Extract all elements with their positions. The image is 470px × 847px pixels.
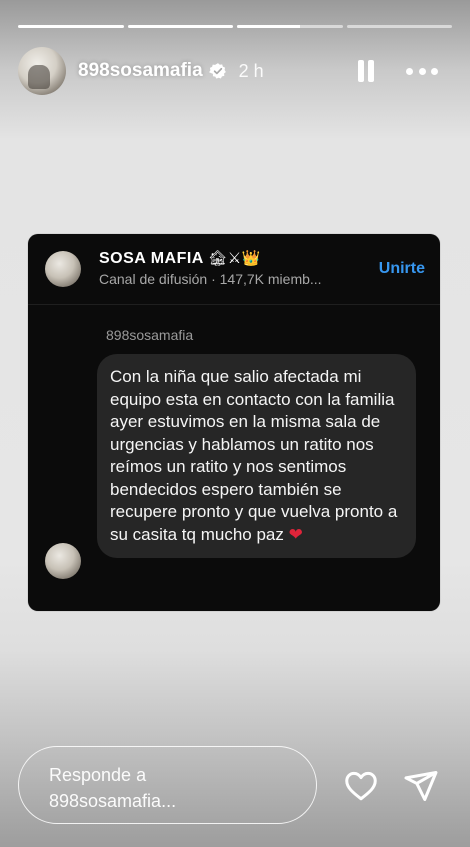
message-bubble: Con la niña que salio afectada mi equipo…	[97, 354, 416, 558]
heart-icon[interactable]	[342, 768, 380, 804]
progress-segment	[18, 25, 124, 28]
verified-badge-icon	[208, 63, 226, 79]
send-icon[interactable]	[403, 768, 439, 804]
more-options-icon[interactable]	[406, 57, 438, 85]
message-text: Con la niña que salio afectada mi equipo…	[110, 367, 398, 544]
progress-fill	[237, 25, 301, 28]
progress-segment	[346, 25, 452, 28]
channel-name: SOSA MAFIA 🏚⚔👑	[99, 249, 261, 268]
progress-segment	[237, 25, 343, 28]
broadcast-channel-card: SOSA MAFIA 🏚⚔👑 Canal de difusión · 147,7…	[28, 234, 440, 611]
pause-icon[interactable]	[352, 57, 380, 85]
story-header: 898sosamafia 2 h	[18, 46, 452, 96]
message-sender: 898sosamafia	[106, 327, 194, 343]
message-avatar	[45, 543, 81, 579]
reply-placeholder-line1: Responde a	[49, 765, 147, 785]
channel-title: SOSA MAFIA	[99, 250, 204, 267]
avatar[interactable]	[18, 47, 66, 95]
channel-header: SOSA MAFIA 🏚⚔👑 Canal de difusión · 147,7…	[28, 234, 440, 305]
reply-input[interactable]: Responde a 898sosamafia...	[18, 746, 317, 824]
story-progress-bar	[18, 25, 452, 28]
channel-avatar	[45, 251, 81, 287]
username[interactable]: 898sosamafia	[78, 60, 203, 82]
progress-segment	[127, 25, 233, 28]
join-button[interactable]: Unirte	[379, 260, 425, 278]
reply-placeholder-line2: 898sosamafia...	[49, 791, 177, 811]
red-heart-emoji: ❤	[288, 524, 303, 545]
channel-emojis: 🏚⚔👑	[208, 249, 261, 267]
progress-fill	[18, 25, 124, 28]
post-time: 2 h	[238, 60, 264, 81]
progress-fill	[127, 25, 233, 28]
channel-subtitle: Canal de difusión · 147,7K miemb...	[99, 271, 322, 287]
